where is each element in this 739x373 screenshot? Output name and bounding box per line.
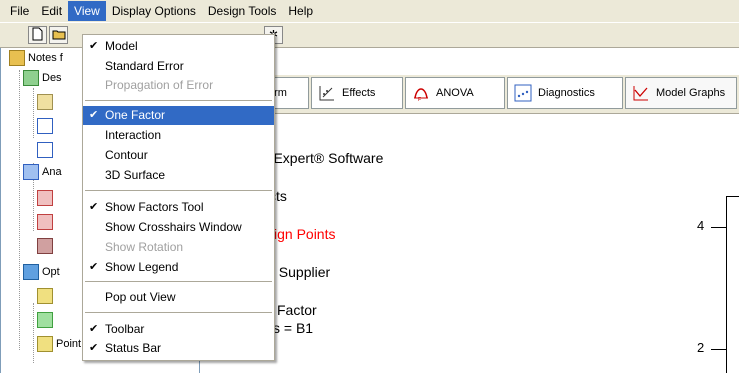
menu-display-options[interactable]: Display Options bbox=[106, 1, 202, 21]
plot-top-border bbox=[726, 196, 739, 197]
graph-columns-icon bbox=[37, 118, 53, 134]
tree-analysis-node[interactable]: Ana bbox=[23, 164, 62, 180]
new-file-icon bbox=[32, 27, 43, 41]
design-icon bbox=[23, 70, 39, 86]
analysis-icon bbox=[23, 164, 39, 180]
tab-anova[interactable]: F ANOVA bbox=[405, 77, 505, 109]
check-icon: ✔ bbox=[89, 342, 99, 354]
menu-item-interaction[interactable]: Interaction bbox=[83, 126, 274, 145]
menu-design-tools[interactable]: Design Tools bbox=[202, 1, 282, 21]
notes-folder-icon bbox=[9, 50, 25, 66]
response-icon bbox=[37, 190, 53, 206]
one-factor-label: Factor bbox=[277, 302, 317, 318]
design-points-label: sign Points bbox=[267, 226, 336, 242]
menu-item-model[interactable]: ✔ Model bbox=[83, 37, 274, 56]
menu-item-contour[interactable]: Contour bbox=[83, 146, 274, 165]
menu-item-toolbar[interactable]: ✔ Toolbar bbox=[83, 320, 274, 339]
menu-item-standard-error[interactable]: Standard Error bbox=[83, 57, 274, 76]
tab-effects[interactable]: Effects bbox=[311, 77, 403, 109]
menu-item-show-factors-tool[interactable]: ✔ Show Factors Tool bbox=[83, 198, 274, 217]
tree-design-node[interactable]: Des bbox=[23, 70, 62, 86]
graphical-icon bbox=[37, 312, 53, 328]
open-folder-icon bbox=[52, 30, 65, 40]
menu-bar: File Edit View Display Options Design To… bbox=[0, 0, 739, 22]
effects-icon bbox=[319, 86, 334, 101]
check-icon: ✔ bbox=[89, 201, 99, 213]
menu-edit[interactable]: Edit bbox=[35, 1, 68, 21]
svg-text:F: F bbox=[418, 97, 421, 102]
check-icon: ✔ bbox=[89, 261, 99, 273]
tree-analysis-child-2[interactable] bbox=[37, 214, 56, 230]
y-axis-line bbox=[726, 196, 727, 373]
menu-separator bbox=[85, 312, 272, 313]
diagnostics-icon bbox=[514, 84, 532, 102]
evaluation-icon bbox=[37, 142, 53, 158]
y-tick-4 bbox=[711, 227, 726, 228]
menu-item-pop-out-view[interactable]: Pop out View bbox=[83, 288, 274, 307]
tree-opt-child-2[interactable] bbox=[37, 312, 56, 328]
open-file-button[interactable] bbox=[49, 26, 68, 44]
menu-separator bbox=[85, 190, 272, 191]
y-tick-label-4: 4 bbox=[697, 218, 705, 233]
tree-design-child-2[interactable] bbox=[37, 118, 56, 134]
point-prediction-icon bbox=[37, 336, 53, 352]
model-graphs-icon bbox=[633, 86, 648, 101]
tree-root-notes[interactable]: Notes f bbox=[9, 50, 63, 66]
menu-separator bbox=[85, 100, 272, 101]
software-title: n-Expert® Software bbox=[261, 150, 384, 166]
optimization-icon bbox=[23, 264, 39, 280]
anova-icon: F bbox=[414, 88, 428, 102]
menu-help[interactable]: Help bbox=[282, 1, 319, 21]
tree-opt-child-1[interactable] bbox=[37, 288, 56, 304]
y-tick-label-2: 2 bbox=[697, 340, 705, 355]
factor-supplier-label: : Supplier bbox=[271, 264, 331, 280]
menu-item-one-factor[interactable]: ✔ One Factor bbox=[83, 106, 274, 125]
new-file-button[interactable] bbox=[28, 26, 47, 44]
factor-setting-label: s = B1 bbox=[273, 320, 314, 336]
tree-analysis-child-3[interactable] bbox=[37, 238, 56, 254]
check-icon: ✔ bbox=[89, 109, 99, 121]
tab-model-graphs[interactable]: Model Graphs bbox=[625, 77, 737, 109]
menu-view[interactable]: View bbox=[68, 1, 106, 21]
menu-file[interactable]: File bbox=[4, 1, 35, 21]
summary-icon bbox=[37, 94, 53, 110]
check-icon: ✔ bbox=[89, 323, 99, 335]
response-icon bbox=[37, 238, 53, 254]
analysis-tabs: orm Effects F ANOVA Diagnostics Model Gr… bbox=[201, 75, 739, 114]
check-icon: ✔ bbox=[89, 40, 99, 52]
numerical-icon bbox=[37, 288, 53, 304]
y-tick-2 bbox=[711, 349, 726, 350]
menu-item-3d-surface[interactable]: 3D Surface bbox=[83, 166, 274, 185]
tree-design-child-3[interactable] bbox=[37, 142, 56, 158]
tab-diagnostics[interactable]: Diagnostics bbox=[507, 77, 623, 109]
tree-analysis-child-1[interactable] bbox=[37, 190, 56, 206]
graph-content: n-Expert® Software cts sign Points : Sup… bbox=[201, 114, 739, 373]
tree-optimization-node[interactable]: Opt bbox=[23, 264, 60, 280]
menu-item-status-bar[interactable]: ✔ Status Bar bbox=[83, 339, 274, 358]
menu-item-show-rotation: Show Rotation bbox=[105, 240, 184, 254]
menu-separator bbox=[85, 281, 272, 282]
menu-item-show-crosshairs-window[interactable]: Show Crosshairs Window bbox=[83, 218, 274, 237]
tree-design-child-1[interactable] bbox=[37, 94, 56, 110]
menu-item-show-legend[interactable]: ✔ Show Legend bbox=[83, 258, 274, 277]
menu-item-propagation-of-error: Propagation of Error bbox=[105, 78, 214, 92]
response-icon bbox=[37, 214, 53, 230]
view-menu-dropdown: ✔ Model Standard Error Propagation of Err… bbox=[82, 34, 275, 361]
